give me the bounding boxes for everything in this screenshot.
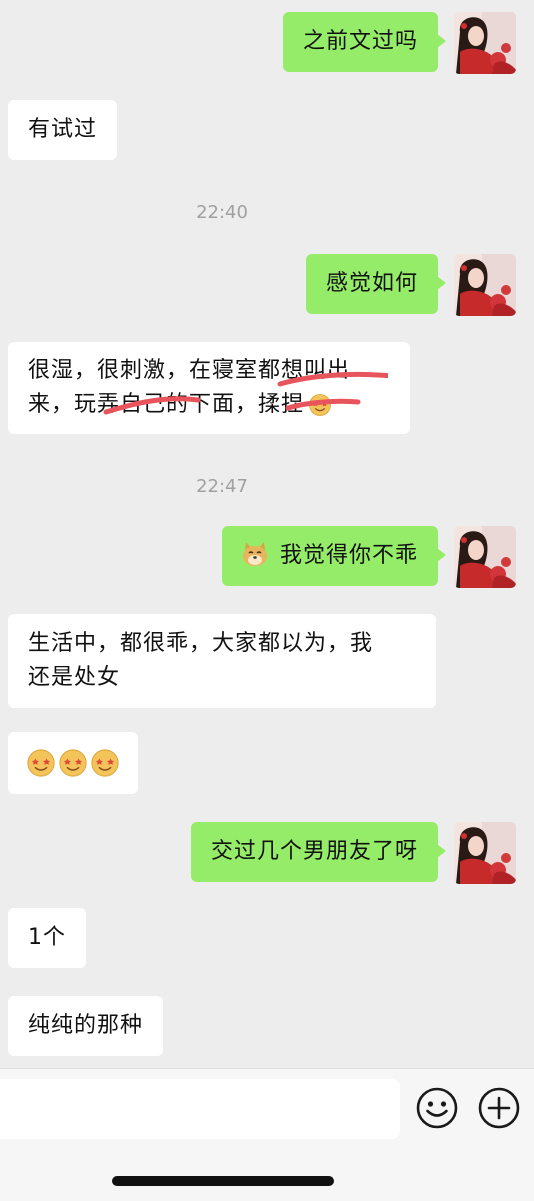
avatar[interactable]: [454, 254, 516, 316]
timestamp-text: 22:40: [196, 202, 248, 223]
star-struck-emoji: [90, 748, 120, 778]
message-bubble[interactable]: 生活中，都很乖，大家都以为，我 还是处女: [8, 614, 436, 708]
chat-area[interactable]: 之前文过吗 有试过 22:40 感觉如何 很湿，很刺激，在寝室都想叫出 来，玩弄…: [0, 0, 534, 1068]
message-input[interactable]: [0, 1079, 400, 1139]
message-bubble[interactable]: 我觉得你不乖: [221, 526, 447, 586]
message-text: 纯纯的那种: [28, 1013, 144, 1038]
avatar[interactable]: [454, 12, 516, 74]
message-text: 1个: [28, 925, 66, 950]
message-text-line-1: 生活中，都很乖，大家都以为，我: [28, 631, 374, 656]
message-bubble[interactable]: 纯纯的那种: [8, 996, 164, 1056]
message-received: 生活中，都很乖，大家都以为，我 还是处女: [8, 614, 436, 708]
message-received: 很湿，很刺激，在寝室都想叫出 来，玩弄自己的下面，揉捏: [8, 342, 410, 434]
message-text-line-2: 还是处女: [28, 665, 121, 690]
message-bubble[interactable]: [8, 732, 138, 794]
message-text-line-2: 来，玩弄自己的下面，揉捏: [28, 392, 305, 417]
message-received: 纯纯的那种: [8, 996, 164, 1056]
message-sent: 我觉得你不乖: [221, 526, 516, 588]
message-bubble[interactable]: 有试过: [8, 100, 118, 160]
message-text-line-1: 很湿，很刺激，在寝室都想叫出: [28, 358, 351, 383]
message-text: 我觉得你不乖: [279, 543, 418, 568]
message-text: 感觉如何: [325, 271, 418, 296]
message-bubble[interactable]: 之前文过吗: [282, 12, 447, 72]
message-bubble[interactable]: 感觉如何: [305, 254, 447, 314]
message-received: 1个: [8, 908, 86, 968]
message-sent: 之前文过吗: [282, 12, 516, 74]
timestamp: 22:47: [0, 476, 444, 497]
message-received: 有试过: [8, 100, 118, 160]
message-sent: 交过几个男朋友了呀: [190, 822, 516, 884]
star-struck-emoji: [58, 748, 88, 778]
message-bubble[interactable]: 1个: [8, 908, 86, 968]
message-text: 之前文过吗: [302, 29, 418, 54]
star-struck-emoji: [26, 748, 56, 778]
timestamp: 22:40: [0, 202, 444, 223]
doge-icon: [242, 542, 267, 566]
smiley-icon[interactable]: [414, 1085, 460, 1131]
home-indicator[interactable]: [112, 1176, 334, 1186]
star-struck-emoji: [308, 393, 332, 417]
message-bubble[interactable]: 很湿，很刺激，在寝室都想叫出 来，玩弄自己的下面，揉捏: [8, 342, 410, 434]
message-received: [8, 732, 138, 794]
message-text: 交过几个男朋友了呀: [210, 839, 418, 864]
timestamp-text: 22:47: [196, 476, 248, 497]
message-bubble[interactable]: 交过几个男朋友了呀: [190, 822, 447, 882]
avatar[interactable]: [454, 822, 516, 884]
message-sent: 感觉如何: [305, 254, 516, 316]
avatar[interactable]: [454, 526, 516, 588]
message-text: 有试过: [28, 117, 98, 142]
plus-icon[interactable]: [476, 1085, 522, 1131]
